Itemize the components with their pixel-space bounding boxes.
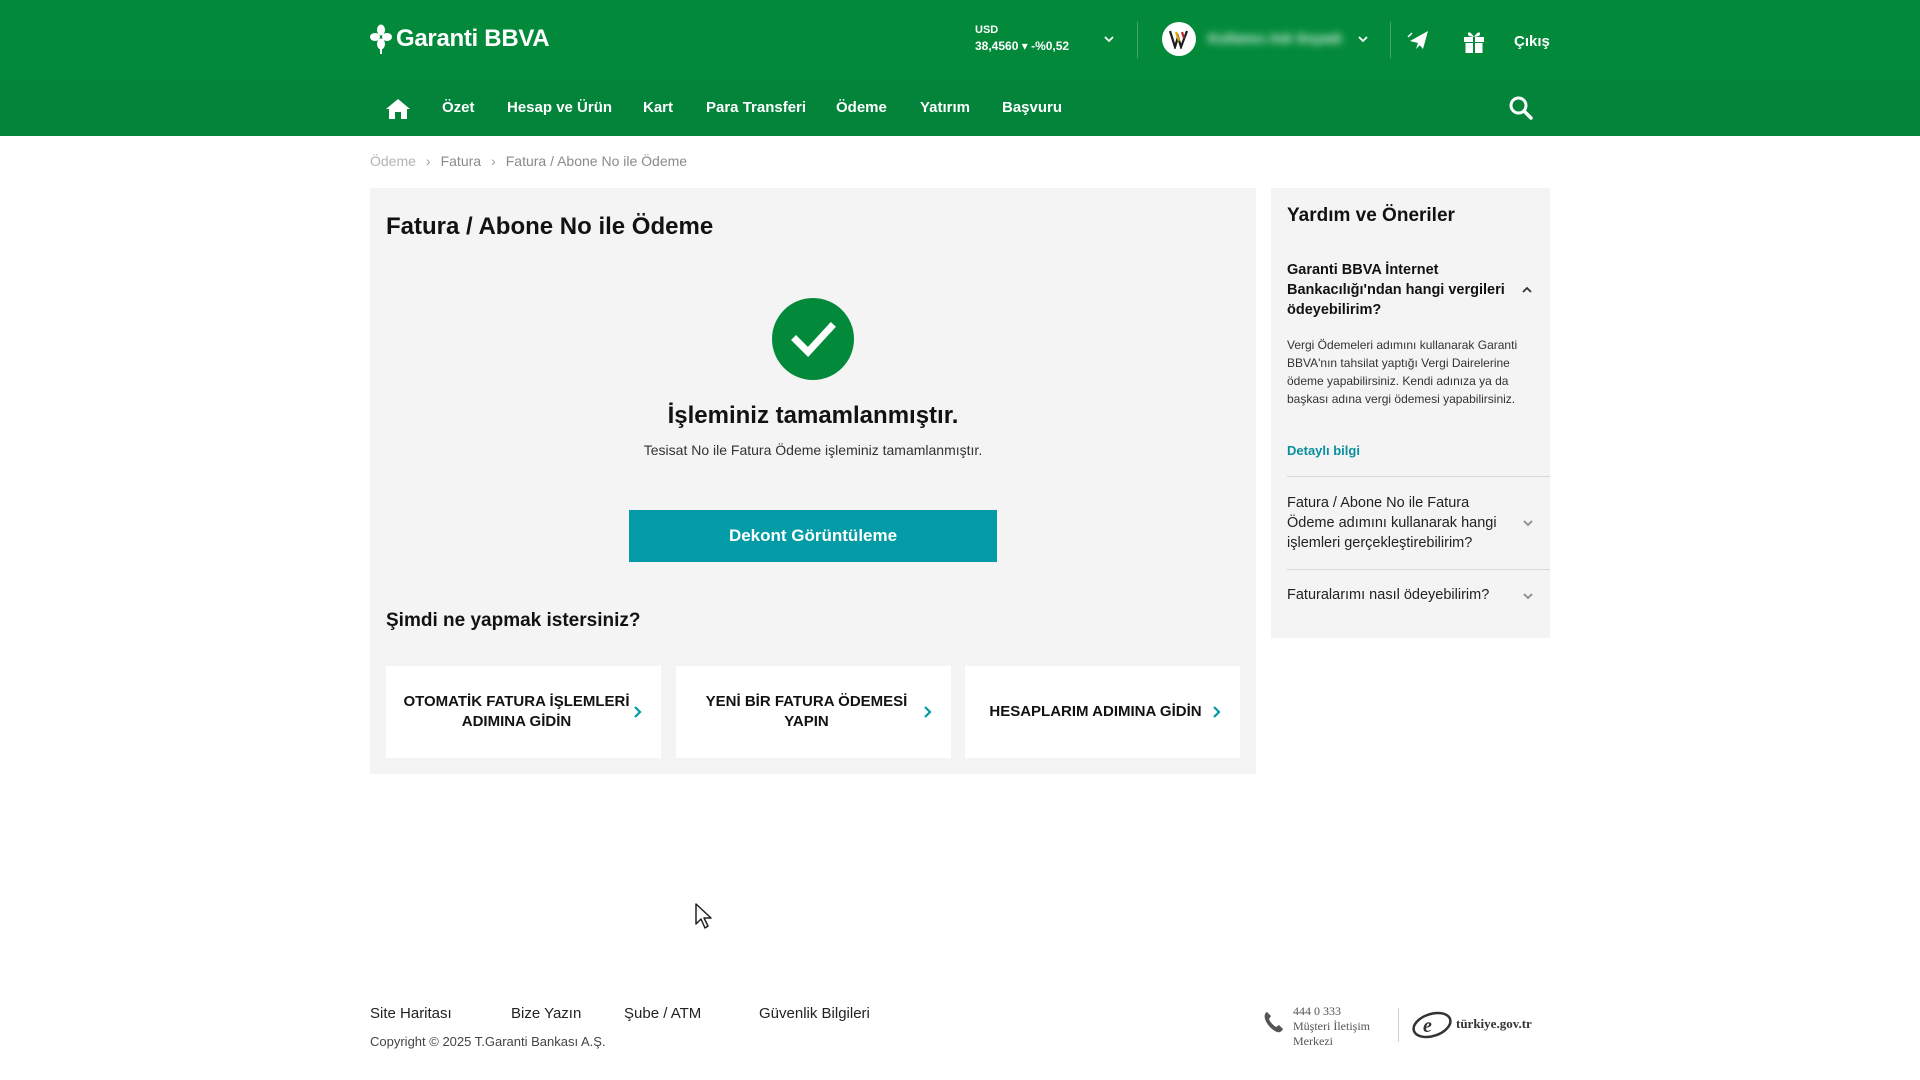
chevron-down-icon[interactable] — [1357, 33, 1369, 45]
next-steps-title: Şimdi ne yapmak istersiniz? — [386, 610, 641, 631]
e-devlet-text: türkiye.gov.tr — [1456, 1016, 1532, 1031]
notification-icon[interactable] — [1406, 27, 1432, 53]
top-header — [0, 0, 1920, 80]
clover-logo-icon — [370, 24, 392, 54]
chevron-right-icon — [1213, 706, 1221, 718]
header-divider — [1390, 22, 1391, 58]
logout-button[interactable]: Çıkış — [1514, 33, 1550, 50]
gift-icon[interactable] — [1462, 28, 1486, 54]
search-icon[interactable] — [1508, 95, 1534, 121]
action-card-new-bill-payment[interactable]: YENİ BİR FATURA ÖDEMESİ YAPIN — [676, 666, 951, 758]
success-title: İşleminiz tamamlanmıştır. — [667, 402, 959, 429]
avatar[interactable] — [1162, 22, 1196, 56]
call-center-number: 444 0 333 — [1293, 1004, 1341, 1018]
call-center-label: Müşteri İletişim — [1293, 1019, 1370, 1033]
phone-icon — [1264, 1012, 1283, 1033]
breadcrumb-item-current: Fatura / Abone No ile Ödeme — [505, 153, 688, 169]
detailed-info-link[interactable]: Detaylı bilgi — [1287, 443, 1360, 458]
home-icon[interactable] — [385, 97, 411, 121]
breadcrumb-item-odeme[interactable]: Ödeme — [370, 153, 416, 169]
currency-rate-widget[interactable]: USD 38,4560 ▾ -%0,52 — [975, 24, 1069, 53]
footer-link-site-map[interactable]: Site Haritası — [370, 1005, 452, 1022]
nav-item-para-transferi[interactable]: Para Transferi — [706, 99, 806, 116]
view-receipt-button[interactable]: Dekont Görüntüleme — [629, 510, 997, 562]
footer-link-contact[interactable]: Bize Yazın — [511, 1005, 581, 1022]
action-label: YENİ BİR FATURA ÖDEMESİ YAPIN — [705, 693, 908, 730]
faq-divider — [1287, 569, 1550, 570]
svg-text:e: e — [1423, 1015, 1432, 1037]
nav-item-hesap-ve-urun[interactable]: Hesap ve Ürün — [507, 99, 612, 116]
action-card-my-accounts[interactable]: HESAPLARIM ADIMINA GİDİN — [965, 666, 1240, 758]
nav-item-kart[interactable]: Kart — [643, 99, 673, 116]
action-label: HESAPLARIM ADIMINA GİDİN — [989, 703, 1202, 720]
faq-divider — [1287, 476, 1550, 477]
user-avatar-icon — [1168, 30, 1189, 49]
call-center-info[interactable]: 444 0 333 Müşteri İletişim Merkezi — [1293, 1004, 1370, 1049]
faq-question-bill-payment[interactable]: Fatura / Abone No ile Fatura Ödeme adımı… — [1287, 493, 1519, 553]
chevron-down-icon[interactable] — [1521, 590, 1535, 602]
footer-divider — [1398, 1008, 1399, 1042]
chevron-up-icon[interactable] — [1520, 284, 1534, 296]
currency-label: USD — [975, 24, 999, 36]
footer-link-branch-atm[interactable]: Şube / ATM — [624, 1005, 701, 1022]
call-center-label: Merkezi — [1293, 1034, 1333, 1048]
chevron-right-icon: › — [425, 153, 431, 169]
success-subtitle: Tesisat No ile Fatura Ödeme işleminiz ta… — [643, 442, 983, 458]
garanti-bbva-logo[interactable]: Garanti BBVA — [370, 24, 550, 54]
nav-item-ozet[interactable]: Özet — [442, 99, 475, 116]
e-devlet-icon: e — [1412, 1011, 1452, 1039]
chevron-right-icon — [634, 706, 642, 718]
user-name[interactable]: Kullanıcı Adı Soyadı — [1208, 30, 1342, 46]
chevron-right-icon — [924, 706, 932, 718]
chevron-down-icon[interactable] — [1521, 517, 1535, 529]
help-title: Yardım ve Öneriler — [1287, 205, 1455, 226]
header-divider — [1137, 22, 1138, 58]
page-title: Fatura / Abone No ile Ödeme — [386, 213, 714, 240]
faq-question-how-to-pay[interactable]: Faturalarımı nasıl ödeyebilirim? — [1287, 587, 1489, 603]
action-card-automatic-bill[interactable]: OTOMATİK FATURA İŞLEMLERİ ADIMINA GİDİN — [386, 666, 661, 758]
chevron-right-icon: › — [491, 153, 496, 169]
chevron-down-icon[interactable] — [1102, 32, 1116, 46]
success-check-icon — [772, 298, 854, 380]
e-devlet-logo[interactable]: e türkiye.gov.tr — [1410, 1006, 1550, 1042]
help-panel — [1271, 188, 1550, 638]
logo-text: Garanti BBVA — [396, 25, 550, 52]
nav-item-yatirim[interactable]: Yatırım — [920, 99, 970, 116]
faq-question-taxes[interactable]: Garanti BBVA İnternet Bankacılığı'ndan h… — [1287, 260, 1519, 320]
action-label: OTOMATİK FATURA İŞLEMLERİ ADIMINA GİDİN — [403, 693, 630, 730]
nav-item-basvuru[interactable]: Başvuru — [1002, 99, 1062, 116]
nav-item-odeme[interactable]: Ödeme — [836, 99, 887, 116]
breadcrumb-item-fatura[interactable]: Fatura — [441, 153, 481, 169]
mouse-cursor-icon — [695, 903, 712, 929]
copyright-text: Copyright © 2025 T.Garanti Bankası A.Ş. — [370, 1034, 606, 1049]
faq-answer-taxes: Vergi Ödemeleri adımını kullanarak Garan… — [1287, 338, 1518, 406]
footer-link-security[interactable]: Güvenlik Bilgileri — [759, 1005, 870, 1022]
breadcrumb: Ödeme › Fatura › Fatura / Abone No ile Ö… — [370, 153, 687, 169]
currency-value: 38,4560 ▾ -%0,52 — [975, 39, 1070, 53]
